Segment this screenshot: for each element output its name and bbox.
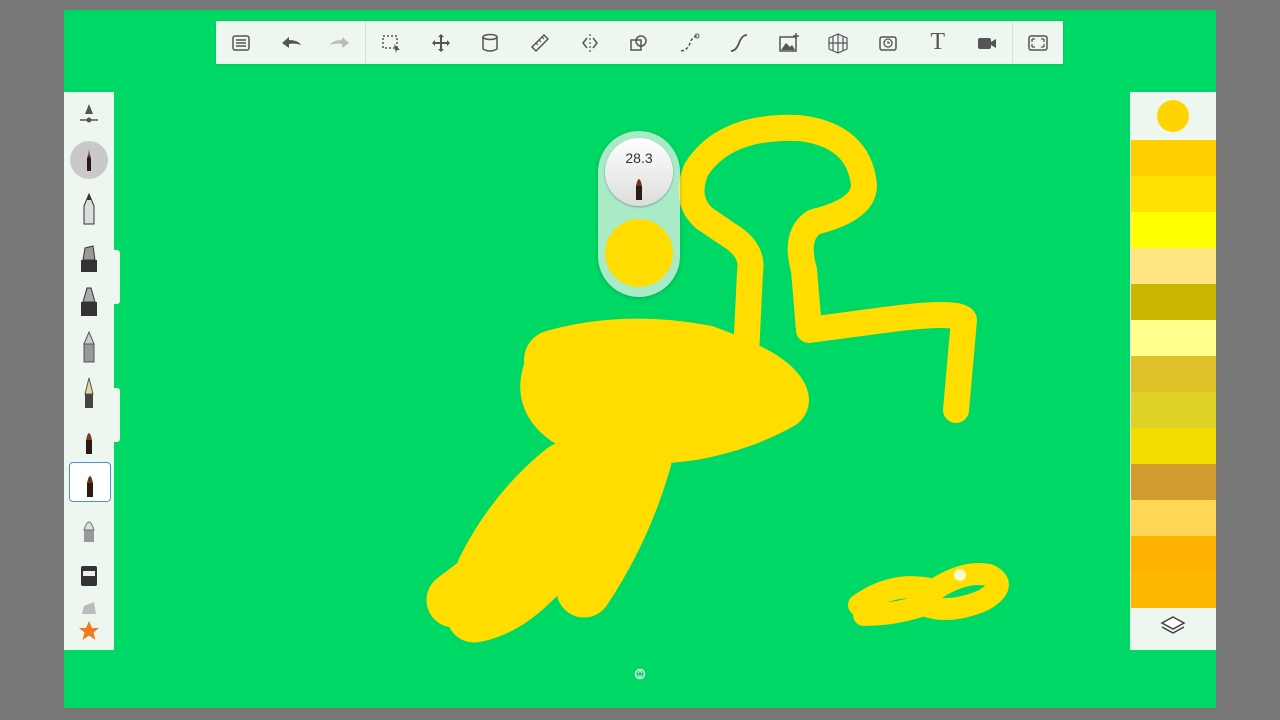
curve-icon[interactable] xyxy=(664,21,714,64)
brush-preview-icon xyxy=(636,179,642,200)
undo-icon[interactable] xyxy=(266,21,316,64)
bucket-fill-icon[interactable] xyxy=(466,21,516,64)
ruler-icon[interactable] xyxy=(515,21,565,64)
color-swatch[interactable] xyxy=(1131,212,1216,248)
drawing-canvas[interactable]: T 28.3 xyxy=(64,10,1216,708)
perspective-icon[interactable] xyxy=(813,21,863,64)
brush-size-value: 28.3 xyxy=(625,150,653,166)
transform-icon[interactable] xyxy=(416,21,466,64)
paint-brush-selected-icon[interactable] xyxy=(69,462,111,502)
marker-icon[interactable] xyxy=(69,238,109,276)
fountain-pen-icon[interactable] xyxy=(69,374,109,412)
brush-library-tray xyxy=(64,92,114,650)
color-swatch[interactable] xyxy=(1131,356,1216,392)
brush-size-puck[interactable]: 28.3 xyxy=(605,138,673,206)
color-swatch[interactable] xyxy=(1131,284,1216,320)
color-swatch[interactable] xyxy=(1131,140,1216,176)
symmetry-icon[interactable] xyxy=(565,21,615,64)
top-toolbar: T xyxy=(216,21,1063,64)
text-icon-label: T xyxy=(930,29,946,55)
stroke-small-loop xyxy=(848,563,1009,626)
brush-cursor xyxy=(954,569,966,581)
shapes-icon[interactable] xyxy=(615,21,665,64)
color-puck[interactable] xyxy=(605,219,673,287)
color-swatch[interactable] xyxy=(1131,428,1216,464)
color-swatch[interactable] xyxy=(1131,320,1216,356)
smear-icon[interactable] xyxy=(69,598,109,614)
brush-size-slider-icon[interactable] xyxy=(69,96,109,134)
color-swatch[interactable] xyxy=(1131,176,1216,212)
bottom-menu-handle-icon[interactable] xyxy=(634,668,646,680)
color-swatch[interactable] xyxy=(1131,248,1216,284)
ink-pen-icon[interactable] xyxy=(69,282,109,320)
record-icon[interactable] xyxy=(963,21,1013,64)
paintbrush-icon[interactable] xyxy=(70,141,108,179)
favorites-star-icon[interactable] xyxy=(69,616,109,646)
guide-icon[interactable] xyxy=(714,21,764,64)
tray-drag-handle[interactable] xyxy=(114,250,120,304)
import-image-icon[interactable] xyxy=(764,21,814,64)
layers-icon[interactable] xyxy=(1155,608,1191,644)
pencil-icon[interactable] xyxy=(69,190,109,228)
color-swatch[interactable] xyxy=(1131,392,1216,428)
color-swatch[interactable] xyxy=(1131,464,1216,500)
brush-puck[interactable]: 28.3 xyxy=(598,131,680,297)
color-palette-tray xyxy=(1130,92,1216,650)
time-lapse-icon[interactable] xyxy=(863,21,913,64)
color-swatch[interactable] xyxy=(1131,572,1216,608)
color-swatch[interactable] xyxy=(1131,500,1216,536)
selection-icon[interactable] xyxy=(366,21,416,64)
paint-brush-small-icon[interactable] xyxy=(69,420,109,458)
canvas-strokes xyxy=(426,114,1009,643)
fullscreen-icon[interactable] xyxy=(1013,21,1063,64)
color-swatch[interactable] xyxy=(1131,536,1216,572)
current-color-swatch[interactable] xyxy=(1157,100,1189,132)
ballpoint-pen-icon[interactable] xyxy=(69,328,109,366)
stroke-blob-scribble xyxy=(426,372,742,643)
list-icon[interactable] xyxy=(216,21,266,64)
text-icon[interactable]: T xyxy=(913,21,963,64)
tray-drag-handle[interactable] xyxy=(114,388,120,442)
airbrush-icon[interactable] xyxy=(69,510,109,548)
redo-icon[interactable] xyxy=(315,21,365,64)
